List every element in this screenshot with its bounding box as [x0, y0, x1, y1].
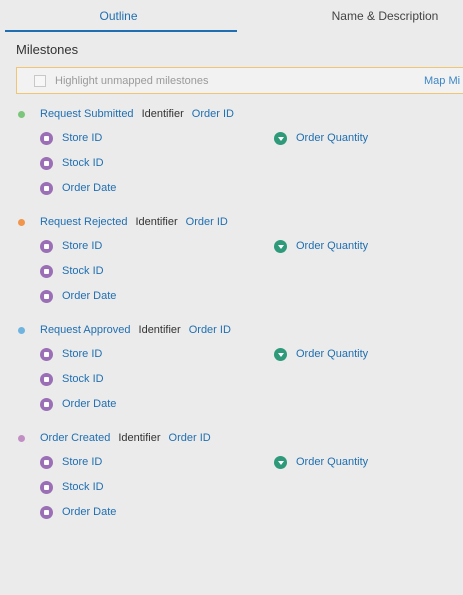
metric-field-icon [274, 347, 287, 361]
field-label: Store ID [62, 348, 103, 360]
milestone-identifier-label: Identifier [138, 324, 181, 336]
milestone-status-dot [18, 110, 25, 118]
field-label: Stock ID [62, 157, 104, 169]
tab-bar: Outline Name & Description [0, 0, 463, 32]
highlight-unmapped-label: Highlight unmapped milestones [55, 74, 209, 87]
milestone-status-dot [18, 434, 25, 442]
milestone-header: Order Created Identifier Order ID [18, 431, 211, 445]
field-label: Store ID [62, 240, 103, 252]
field-label: Order Date [62, 506, 117, 518]
dimension-field-icon [40, 156, 53, 170]
milestone-identifier-value[interactable]: Order ID [189, 324, 231, 336]
dimension-field-icon [40, 131, 53, 145]
dimension-field-icon [40, 455, 53, 469]
milestone-header: Request Rejected Identifier Order ID [18, 215, 228, 229]
field-label: Stock ID [62, 481, 104, 493]
milestone-name[interactable]: Request Rejected [40, 216, 127, 228]
field-item[interactable]: Order Date [40, 397, 116, 411]
metric-label: Order Quantity [296, 240, 369, 252]
field-label: Order Date [62, 290, 117, 302]
field-item[interactable]: Store ID [40, 131, 102, 145]
dimension-field-icon [40, 372, 53, 386]
metric-item[interactable]: Order Quantity [274, 347, 368, 361]
milestone-identifier-label: Identifier [118, 432, 161, 444]
milestone-identifier-label: Identifier [141, 108, 184, 120]
dimension-field-icon [40, 347, 53, 361]
milestone-header: Request Submitted Identifier Order ID [18, 107, 234, 121]
field-label: Order Date [62, 398, 117, 410]
milestone-header: Request Approved Identifier Order ID [18, 323, 231, 337]
field-item[interactable]: Order Date [40, 289, 116, 303]
highlight-unmapped-bar: Highlight unmapped milestones Map Mi [16, 67, 463, 94]
milestone-name[interactable]: Request Submitted [40, 108, 134, 120]
milestone-identifier-value[interactable]: Order ID [186, 216, 228, 228]
milestone-status-dot [18, 218, 25, 226]
milestone-identifier-value[interactable]: Order ID [192, 108, 234, 120]
milestone-status-dot [18, 326, 25, 334]
field-label: Store ID [62, 132, 103, 144]
milestone-name[interactable]: Request Approved [40, 324, 131, 336]
field-item[interactable]: Stock ID [40, 480, 104, 494]
tab-outline[interactable]: Outline [0, 0, 237, 32]
metric-label: Order Quantity [296, 132, 369, 144]
highlight-unmapped-checkbox[interactable] [34, 74, 46, 87]
dimension-field-icon [40, 480, 53, 494]
field-label: Stock ID [62, 373, 104, 385]
metric-item[interactable]: Order Quantity [274, 131, 368, 145]
dimension-field-icon [40, 264, 53, 278]
field-item[interactable]: Store ID [40, 455, 102, 469]
dimension-field-icon [40, 289, 53, 303]
metric-field-icon [274, 455, 287, 469]
field-item[interactable]: Stock ID [40, 264, 104, 278]
field-item[interactable]: Store ID [40, 347, 102, 361]
dimension-field-icon [40, 181, 53, 195]
field-label: Store ID [62, 456, 103, 468]
milestone-name[interactable]: Order Created [40, 432, 110, 444]
field-item[interactable]: Order Date [40, 181, 116, 195]
metric-label: Order Quantity [296, 348, 369, 360]
dimension-field-icon [40, 505, 53, 519]
map-milestones-link[interactable]: Map Mi [424, 75, 460, 87]
metric-field-icon [274, 239, 287, 253]
field-label: Stock ID [62, 265, 104, 277]
tab-outline-label: Outline [99, 9, 138, 23]
field-item[interactable]: Store ID [40, 239, 102, 253]
tab-name-description[interactable]: Name & Description [237, 0, 463, 32]
dimension-field-icon [40, 239, 53, 253]
field-label: Order Date [62, 182, 117, 194]
metric-item[interactable]: Order Quantity [274, 239, 368, 253]
dimension-field-icon [40, 397, 53, 411]
field-item[interactable]: Stock ID [40, 156, 104, 170]
metric-field-icon [274, 131, 287, 145]
field-item[interactable]: Stock ID [40, 372, 104, 386]
milestone-identifier-value[interactable]: Order ID [169, 432, 211, 444]
metric-label: Order Quantity [296, 456, 369, 468]
section-title: Milestones [16, 42, 79, 57]
metric-item[interactable]: Order Quantity [274, 455, 368, 469]
field-item[interactable]: Order Date [40, 505, 116, 519]
milestone-identifier-label: Identifier [135, 216, 178, 228]
tab-name-description-label: Name & Description [331, 9, 439, 23]
